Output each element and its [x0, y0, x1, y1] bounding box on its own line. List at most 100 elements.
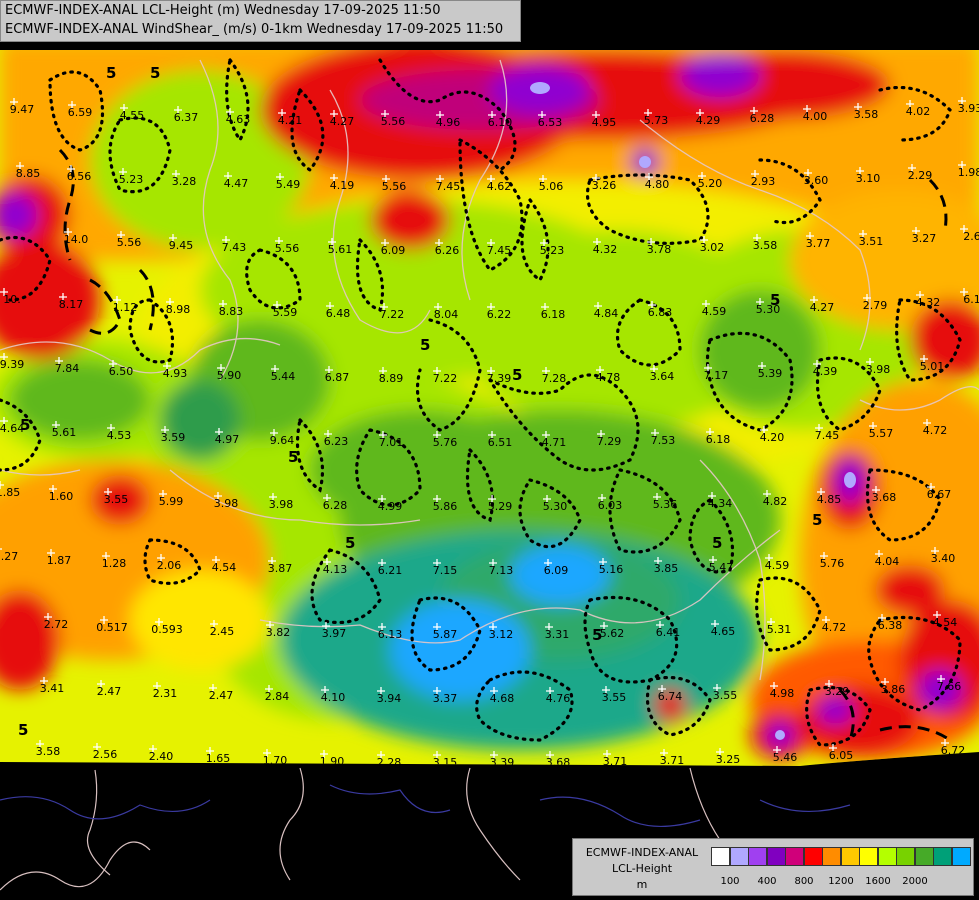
legend-swatch [785, 847, 804, 866]
legend-swatch [711, 847, 730, 866]
value-label: 2.84 [265, 690, 290, 703]
header-line-2: ECMWF-INDEX-ANAL WindShear_ (m/s) 0-1km … [5, 22, 504, 37]
value-label: 4.27 [810, 301, 835, 314]
color-legend: ECMWF-INDEX-ANAL LCL-Height m 100 400 800 1… [572, 838, 974, 896]
value-label: 6.05 [829, 749, 854, 762]
value-label: 3.77 [806, 237, 831, 250]
value-label: 4.68 [490, 692, 515, 705]
value-label: 4.63 [226, 113, 251, 126]
value-label: 6.09 [381, 244, 406, 257]
value-label: 4.95 [592, 116, 617, 129]
value-label: 1.28 [102, 557, 127, 570]
value-label: 3.02 [700, 241, 725, 254]
value-label: 4.19 [330, 179, 355, 192]
value-label: 5.46 [773, 751, 798, 764]
value-label: 7.17 [704, 369, 729, 382]
value-label: 6.74 [658, 690, 683, 703]
value-label: 3.85 [654, 562, 679, 575]
value-label: 3.94 [377, 692, 402, 705]
contour-label: 5 [345, 534, 355, 552]
value-label: 8.83 [219, 305, 244, 318]
value-label: 3.27 [912, 232, 937, 245]
value-label: 3.98 [866, 363, 891, 376]
value-label: 6.50 [109, 365, 134, 378]
value-label: 4.82 [763, 495, 788, 508]
contour-label: 5 [712, 534, 722, 552]
value-label: 3.31 [545, 628, 570, 641]
value-label: 5.29 [488, 500, 513, 513]
value-label: 5.62 [600, 627, 625, 640]
value-label: 3.87 [268, 562, 293, 575]
value-label: 4.29 [696, 114, 721, 127]
value-label: 6.59 [68, 106, 93, 119]
value-label: 2.47 [209, 689, 234, 702]
legend-title: ECMWF-INDEX-ANAL LCL-Height m [577, 845, 707, 893]
value-label: 7.84 [55, 362, 80, 375]
value-label: 3.71 [660, 754, 685, 767]
value-label: 6.51 [488, 436, 513, 449]
value-label: 4.96 [436, 116, 461, 129]
value-label: 6.03 [598, 499, 623, 512]
legend-swatch [896, 847, 915, 866]
value-label: 5.56 [381, 115, 406, 128]
value-label: 5.47 [709, 561, 734, 574]
value-label: 3.58 [36, 745, 61, 758]
legend-swatch [859, 847, 878, 866]
value-label: 4.85 [817, 493, 842, 506]
value-label: 3.41 [40, 682, 65, 695]
legend-tick: 1600 [865, 876, 891, 887]
value-label: 5.56 [117, 236, 142, 249]
value-label: 3.58 [854, 108, 879, 121]
value-label: 4.78 [596, 371, 621, 384]
value-label: 2.29 [908, 169, 933, 182]
legend-tick: 100 [720, 876, 740, 887]
value-label: 5.44 [271, 370, 296, 383]
value-label: 0.517 [96, 621, 128, 634]
value-label: 4.04 [875, 555, 900, 568]
value-label: 3.55 [104, 493, 129, 506]
legend-swatch [748, 847, 767, 866]
value-label: 6.23 [324, 435, 349, 448]
value-label: 7.39 [487, 372, 512, 385]
value-label: 5.23 [540, 244, 565, 257]
value-label: 4.84 [594, 307, 619, 320]
legend-model: ECMWF-INDEX-ANAL [585, 846, 699, 859]
contour-label: 5 [420, 336, 430, 354]
value-label: 4.54 [933, 616, 958, 629]
value-label: 8.85 [16, 167, 41, 180]
value-label: 6.09 [544, 564, 569, 577]
legend-swatch [729, 847, 749, 866]
map-header: ECMWF-INDEX-ANAL LCL-Height (m) Wednesda… [0, 0, 521, 42]
value-label: 5.23 [119, 173, 144, 186]
value-label: 4.20 [760, 431, 785, 444]
value-label: 3.68 [872, 491, 897, 504]
value-label: 1.98 [958, 166, 979, 179]
value-label: 3.12 [489, 628, 514, 641]
value-label: 0.593 [151, 623, 183, 636]
value-label: 7.53 [651, 434, 676, 447]
value-label: 6.56 [67, 170, 92, 183]
value-label: 9.45 [169, 239, 194, 252]
value-label: 4.72 [923, 424, 948, 437]
value-label: 2.72 [44, 618, 69, 631]
value-label: 2.56 [93, 748, 118, 761]
legend-swatch [914, 847, 934, 866]
contour-label: 5 [18, 721, 28, 739]
value-label: 5.30 [756, 303, 781, 316]
value-label: 5.49 [276, 178, 301, 191]
value-label: 6.1 [963, 293, 979, 306]
contour-label: 5 [106, 64, 116, 82]
value-label: 4.32 [593, 243, 618, 256]
value-label: 6.28 [323, 499, 348, 512]
value-label: 3.97 [322, 627, 347, 640]
value-label: 4.10 [321, 691, 346, 704]
value-label: 6.38 [878, 619, 903, 632]
value-label: 5.57 [869, 427, 894, 440]
value-label: 5.16 [599, 563, 624, 576]
value-label: 4.98 [770, 687, 795, 700]
value-label: 7.22 [433, 372, 458, 385]
value-label: 5.76 [433, 436, 458, 449]
value-label: 3.78 [647, 243, 672, 256]
value-label: 8.04 [434, 308, 459, 321]
value-label: 10. [3, 293, 21, 306]
